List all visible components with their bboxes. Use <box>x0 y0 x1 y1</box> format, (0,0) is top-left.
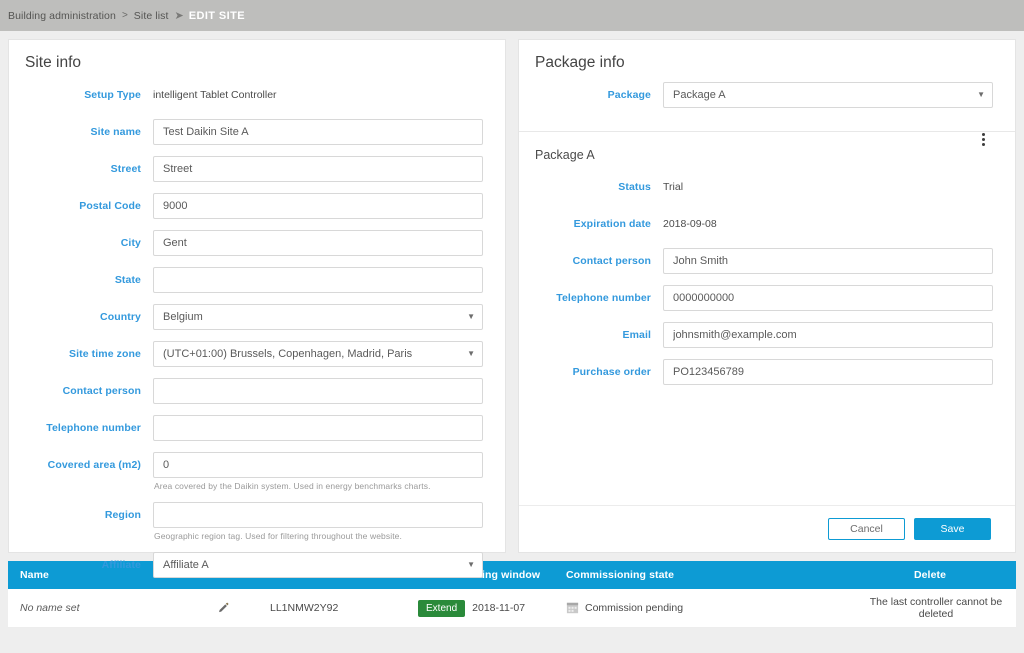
country-label: Country <box>100 311 141 323</box>
setup-type-label: Setup Type <box>84 89 141 101</box>
breadcrumb-arrow-icon: ➤ <box>174 10 184 22</box>
pkg-telephone-input[interactable] <box>663 285 993 311</box>
country-select[interactable]: Belgium <box>153 304 483 330</box>
telephone-label: Telephone number <box>46 422 141 434</box>
chevron-down-icon: ▼ <box>467 312 475 321</box>
chevron-down-icon: ▼ <box>467 349 475 358</box>
expiration-label: Expiration date <box>573 218 651 230</box>
package-name: Package A <box>535 148 595 162</box>
form-actions: Cancel Save <box>519 505 1015 552</box>
package-label: Package <box>607 89 651 101</box>
affiliate-select[interactable]: Affiliate A <box>153 552 483 578</box>
cell-lc-number: LL1NMW2Y92 <box>258 589 406 628</box>
field-row-state: State <box>9 267 505 293</box>
commissioning-window-date: 2018-11-07 <box>472 602 526 614</box>
affiliate-label: Affiliate <box>101 559 141 571</box>
site-info-title: Site info <box>25 54 82 71</box>
column-header-commissioning-state: Commissioning state <box>554 561 844 589</box>
postal-code-label: Postal Code <box>79 200 141 212</box>
field-row-telephone: Telephone number <box>9 415 505 441</box>
column-header-delete: Delete <box>844 561 1016 589</box>
commission-pending-icon <box>566 602 579 614</box>
package-info-title: Package info <box>535 54 625 71</box>
region-hint: Geographic region tag. Used for filterin… <box>154 531 402 541</box>
breadcrumb-site-list[interactable]: Site list <box>134 10 169 22</box>
breadcrumb-separator-1: > <box>121 10 128 21</box>
extend-button[interactable]: Extend <box>418 599 466 617</box>
covered-area-input[interactable] <box>153 452 483 478</box>
field-row-pkg-telephone: Telephone number <box>519 285 1015 311</box>
breadcrumb-root[interactable]: Building administration <box>8 10 116 22</box>
postal-code-input[interactable] <box>153 193 483 219</box>
purchase-order-input[interactable] <box>663 359 993 385</box>
package-info-card: Package info Package Package A ▼ Package… <box>518 39 1016 553</box>
field-row-contact-person: Contact person <box>9 378 505 404</box>
covered-area-label: Covered area (m2) <box>47 459 141 471</box>
field-row-setup-type: Setup Type intelligent Tablet Controller <box>9 82 505 108</box>
pkg-contact-label: Contact person <box>572 255 651 267</box>
contact-person-input[interactable] <box>153 378 483 404</box>
field-row-street: Street <box>9 156 505 182</box>
field-row-postal-code: Postal Code <box>9 193 505 219</box>
field-row-covered-area: Covered area (m2) Area covered by the Da… <box>9 452 505 491</box>
controller-name: No name set <box>20 602 80 614</box>
field-row-status: Status Trial <box>519 174 1015 200</box>
city-input[interactable] <box>153 230 483 256</box>
package-menu-kebab-icon[interactable] <box>975 129 991 149</box>
purchase-order-label: Purchase order <box>572 366 651 378</box>
main-content: Site info Setup Type intelligent Tablet … <box>0 31 1024 578</box>
email-input[interactable] <box>663 322 993 348</box>
pkg-telephone-label: Telephone number <box>556 292 651 304</box>
state-label: State <box>114 274 141 286</box>
status-label: Status <box>618 181 651 193</box>
cell-commissioning-state: Commission pending <box>554 589 844 628</box>
cancel-button[interactable]: Cancel <box>828 518 905 540</box>
commissioning-state-text: Commission pending <box>585 602 684 614</box>
field-row-package: Package Package A ▼ <box>519 82 1015 108</box>
setup-type-value: intelligent Tablet Controller <box>153 89 277 101</box>
city-label: City <box>120 237 141 249</box>
telephone-input[interactable] <box>153 415 483 441</box>
site-name-input[interactable] <box>153 119 483 145</box>
field-row-site-name: Site name <box>9 119 505 145</box>
cell-delete: The last controller cannot be deleted <box>844 589 1016 628</box>
region-label: Region <box>104 509 141 521</box>
timezone-select[interactable]: (UTC+01:00) Brussels, Copenhagen, Madrid… <box>153 341 483 367</box>
state-input[interactable] <box>153 267 483 293</box>
expiration-value: 2018-09-08 <box>663 218 717 230</box>
field-row-affiliate: Affiliate Affiliate A ▼ <box>9 552 505 578</box>
contact-person-label: Contact person <box>62 385 141 397</box>
save-button[interactable]: Save <box>914 518 991 540</box>
street-label: Street <box>110 163 141 175</box>
package-select[interactable]: Package A <box>663 82 993 108</box>
edit-pencil-icon[interactable] <box>217 602 230 615</box>
field-row-email: Email <box>519 322 1015 348</box>
field-row-timezone: Site time zone (UTC+01:00) Brussels, Cop… <box>9 341 505 367</box>
field-row-country: Country Belgium ▼ <box>9 304 505 330</box>
email-label: Email <box>622 329 651 341</box>
street-input[interactable] <box>153 156 483 182</box>
chevron-down-icon: ▼ <box>977 90 985 99</box>
package-selector-section: Package info Package Package A ▼ <box>519 40 1015 125</box>
status-value: Trial <box>663 181 684 193</box>
field-row-expiration: Expiration date 2018-09-08 <box>519 211 1015 237</box>
site-name-label: Site name <box>90 126 141 138</box>
field-row-region: Region Geographic region tag. Used for f… <box>9 502 505 541</box>
cell-commissioning-window: Extend 2018-11-07 <box>406 589 554 628</box>
package-details-section: Package A Status Trial Expiration date 2… <box>519 132 1015 396</box>
breadcrumb-current: EDIT SITE <box>188 9 245 22</box>
cell-name: No name set <box>8 589 258 628</box>
breadcrumb-bar: Building administration > Site list ➤ ED… <box>0 0 1024 31</box>
region-input[interactable] <box>153 502 483 528</box>
covered-area-hint: Area covered by the Daikin system. Used … <box>154 481 431 491</box>
field-row-purchase-order: Purchase order <box>519 359 1015 385</box>
site-info-card: Site info Setup Type intelligent Tablet … <box>8 39 506 578</box>
field-row-city: City <box>9 230 505 256</box>
chevron-down-icon: ▼ <box>467 560 475 569</box>
table-row: No name set LL1NMW2Y92 Extend 2018-11-07 <box>8 589 1016 628</box>
pkg-contact-input[interactable] <box>663 248 993 274</box>
timezone-label: Site time zone <box>69 348 141 360</box>
field-row-pkg-contact: Contact person <box>519 248 1015 274</box>
